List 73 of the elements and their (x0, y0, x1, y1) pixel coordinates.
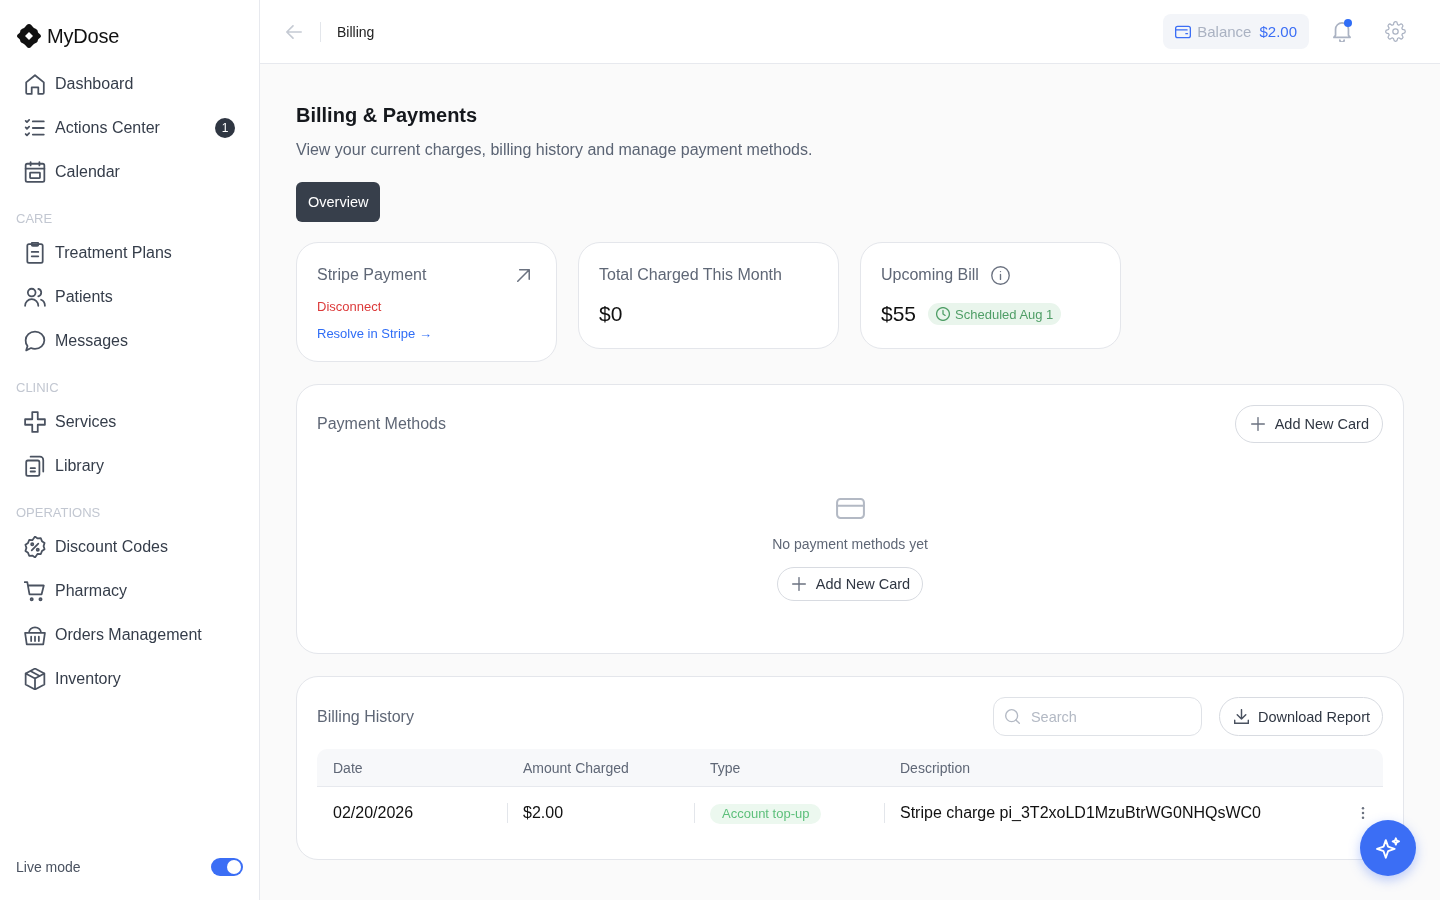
cross-icon (24, 411, 46, 433)
documents-icon (24, 455, 46, 477)
sparkles-icon (1376, 836, 1400, 860)
balance-button[interactable]: Balance $2.00 (1163, 14, 1309, 49)
wallet-icon (1175, 24, 1192, 39)
download-report-button[interactable]: Download Report (1218, 697, 1383, 736)
add-card-button[interactable]: Add New Card (776, 567, 924, 601)
page-subtitle: View your current charges, billing history and manage payment methods. (296, 140, 813, 160)
column-header: Description (899, 759, 972, 776)
assistant-button[interactable] (1360, 820, 1416, 876)
clock-icon (936, 307, 951, 321)
credit-card-icon (835, 498, 865, 519)
discount-badge-icon (24, 536, 46, 558)
more-options-icon[interactable] (1361, 807, 1365, 819)
nav-item[interactable]: Inventory (16, 657, 243, 701)
column-header: Type (709, 759, 742, 776)
nav-section-heading: OPERATIONS (16, 505, 102, 521)
checklist-icon (24, 117, 46, 139)
clipboard-icon (24, 242, 46, 264)
nav-item[interactable]: Treatment Plans (16, 231, 243, 275)
resolve-link[interactable]: Resolve in Stripe → (317, 325, 432, 343)
download-icon (1233, 709, 1249, 724)
empty-state-text: No payment methods yet (772, 535, 928, 554)
nav-item[interactable]: Patients (16, 275, 243, 319)
table-cell-text: 02/20/2026 (332, 803, 415, 823)
nav-item[interactable]: Dashboard (16, 62, 243, 106)
nav-item[interactable]: Library (16, 444, 243, 488)
search-icon (1004, 709, 1020, 724)
panel-title: Billing History (317, 707, 414, 726)
plus-icon (1250, 417, 1265, 431)
bell-icon[interactable] (1333, 21, 1351, 42)
nav-item[interactable]: Orders Management (16, 613, 243, 657)
nav-item[interactable]: Actions Center 1 (16, 106, 243, 150)
card-title: Stripe Payment (317, 266, 427, 284)
calendar-icon (24, 161, 46, 183)
table-cell: Stripe charge pi_3T2xoLD1MzuBtrWG0NHQsWC0 (884, 802, 1343, 824)
arrow-up-right-icon[interactable] (517, 268, 530, 282)
page-breadcrumb: Billing (337, 23, 375, 40)
box-icon (24, 668, 46, 690)
nav-item[interactable]: Discount Codes (16, 525, 243, 569)
nav-item[interactable]: Calendar (16, 150, 243, 194)
basket-icon (24, 624, 46, 646)
count-badge: 1 (215, 118, 235, 138)
logo-icon (17, 24, 41, 48)
nav-item[interactable]: Pharmacy (16, 569, 243, 613)
page-title: Billing & Payments (296, 103, 478, 128)
brand-name: MyDose (47, 24, 120, 48)
panel-title: Payment Methods (317, 415, 446, 433)
nav-section-heading: CLINIC (16, 380, 60, 396)
scheduled-date: Scheduled Aug 1 (955, 306, 1054, 322)
home-icon (24, 73, 46, 95)
card-title: Total Charged This Month (599, 266, 782, 284)
nav-item[interactable]: Messages (16, 319, 243, 363)
table-cell: $2.00 (507, 802, 694, 824)
disconnect-link[interactable]: Disconnect (317, 298, 382, 316)
people-icon (24, 286, 46, 308)
plus-icon (791, 577, 806, 591)
add-card-button[interactable]: Add New Card (1234, 405, 1383, 443)
nav-section-heading: CARE (16, 211, 54, 227)
metric-value: $55 (881, 301, 917, 327)
cart-icon (24, 580, 46, 602)
column-header: Amount Charged (522, 759, 630, 776)
info-icon (990, 265, 1010, 285)
toggle-switch[interactable] (211, 858, 243, 876)
type-badge: Account top-up (710, 804, 822, 824)
tab[interactable]: Overview (296, 182, 381, 222)
column-header: Date (332, 759, 364, 776)
live-mode-label: Live mode (16, 859, 81, 875)
search-field[interactable]: Search (992, 697, 1202, 736)
speech-bubble-icon (24, 330, 46, 352)
metric-value: $0 (599, 301, 623, 327)
card-title: Upcoming Bill (881, 266, 979, 284)
nav-item[interactable]: Services (16, 400, 243, 444)
